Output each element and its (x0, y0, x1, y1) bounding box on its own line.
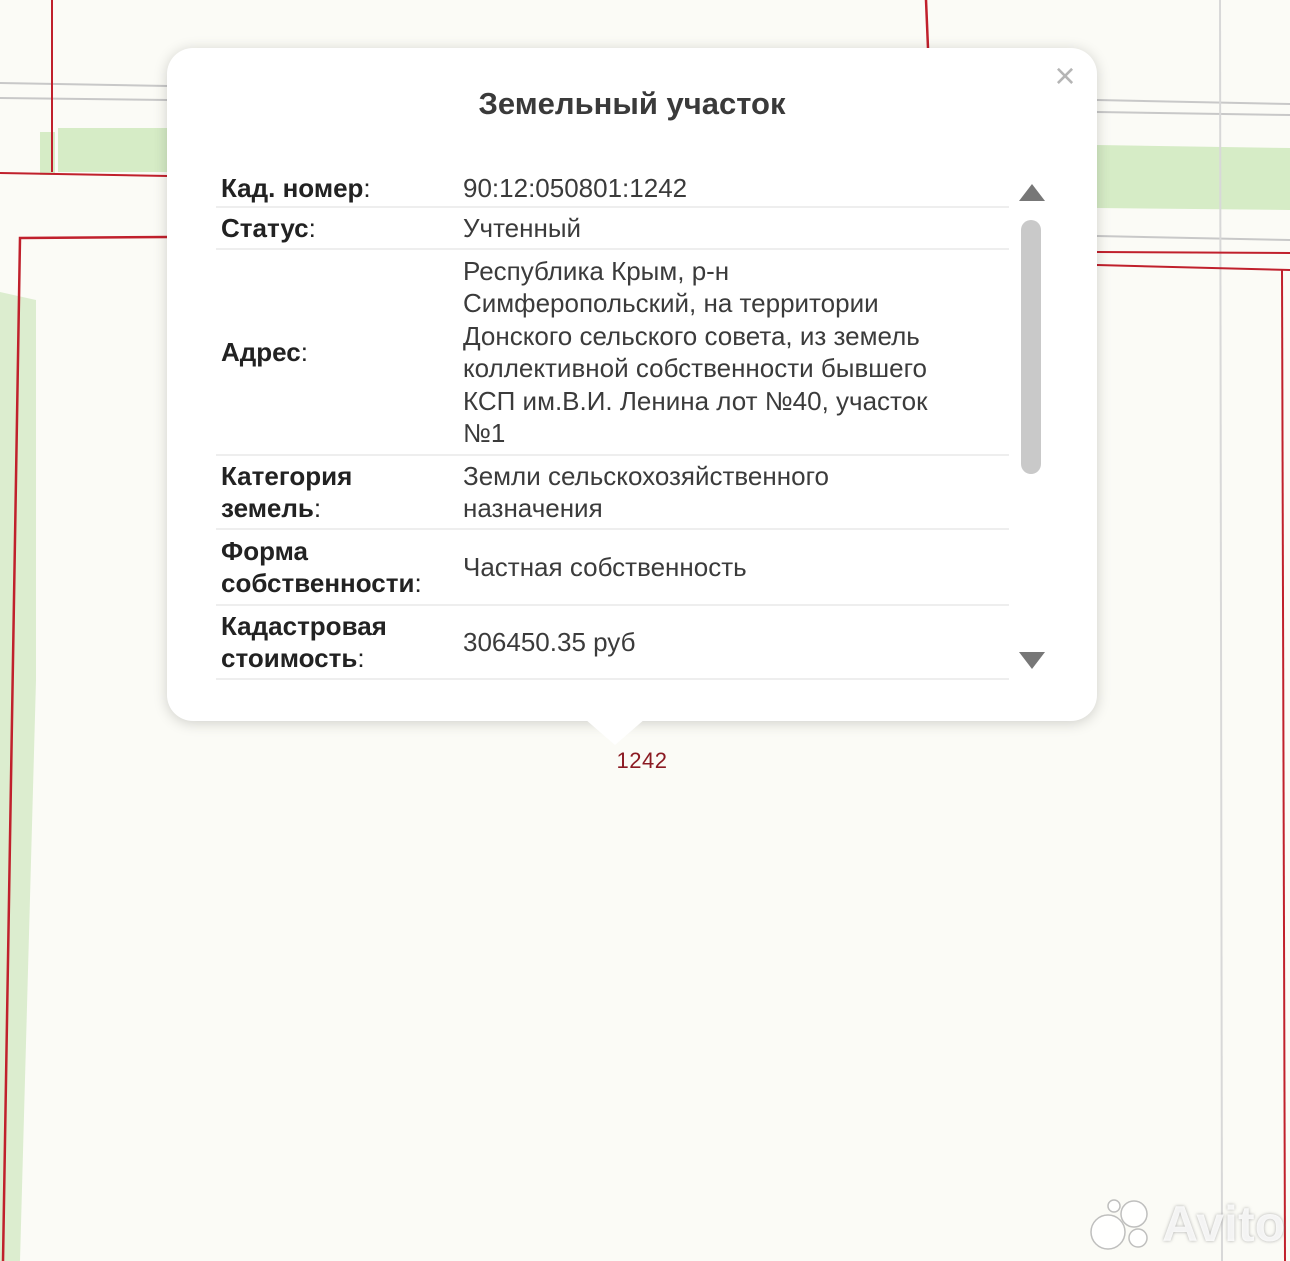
row-key: Адрес: (216, 249, 458, 456)
ownership-form-value: Частная собственность (458, 529, 1009, 606)
land-category-value: Земли сельскохозяйственного назначения (458, 455, 1009, 530)
table-row: Форма собственности: Частная собственнос… (216, 529, 1009, 606)
cadastral-value-value: 306450.35 руб (458, 605, 1009, 680)
row-key: Статус: (216, 207, 458, 250)
close-icon[interactable]: × (1049, 58, 1081, 94)
scrollbar-thumb[interactable] (1021, 220, 1041, 474)
table-row: Кад. номер: 90:12:050801:1242 (216, 170, 1009, 208)
row-key: Форма собственности: (216, 529, 458, 606)
row-key: Кад. номер: (216, 170, 458, 208)
table-row: Адрес: Республика Крым, р-н Симферопольс… (216, 249, 1009, 456)
table-row: Статус: Учтенный (216, 207, 1009, 250)
popup-scrollbar[interactable] (1015, 170, 1049, 680)
scroll-up-arrow-icon[interactable] (1019, 184, 1045, 201)
table-row: Кадастровая стоимость: 306450.35 руб (216, 605, 1009, 680)
parcel-number-label[interactable]: 1242 (600, 748, 684, 774)
avito-watermark: Avito (1088, 1194, 1285, 1254)
popup-pointer (585, 719, 645, 745)
table-row: Категория земель: Земли сельскохозяйстве… (216, 455, 1009, 530)
parcel-attributes-table[interactable]: Кад. номер: 90:12:050801:1242 Статус: Уч… (216, 170, 1009, 680)
row-key: Категория земель: (216, 455, 458, 530)
popup-title: Земельный участок (478, 86, 786, 121)
avito-logo-icon (1090, 1199, 1148, 1250)
address-value: Республика Крым, р-н Симферопольский, на… (458, 249, 1009, 456)
status-value: Учтенный (458, 207, 1009, 250)
row-key: Кадастровая стоимость: (216, 605, 458, 680)
cadastral-number-value: 90:12:050801:1242 (458, 170, 1009, 208)
watermark-text: Avito (1162, 1196, 1286, 1252)
scroll-down-arrow-icon[interactable] (1019, 652, 1045, 669)
